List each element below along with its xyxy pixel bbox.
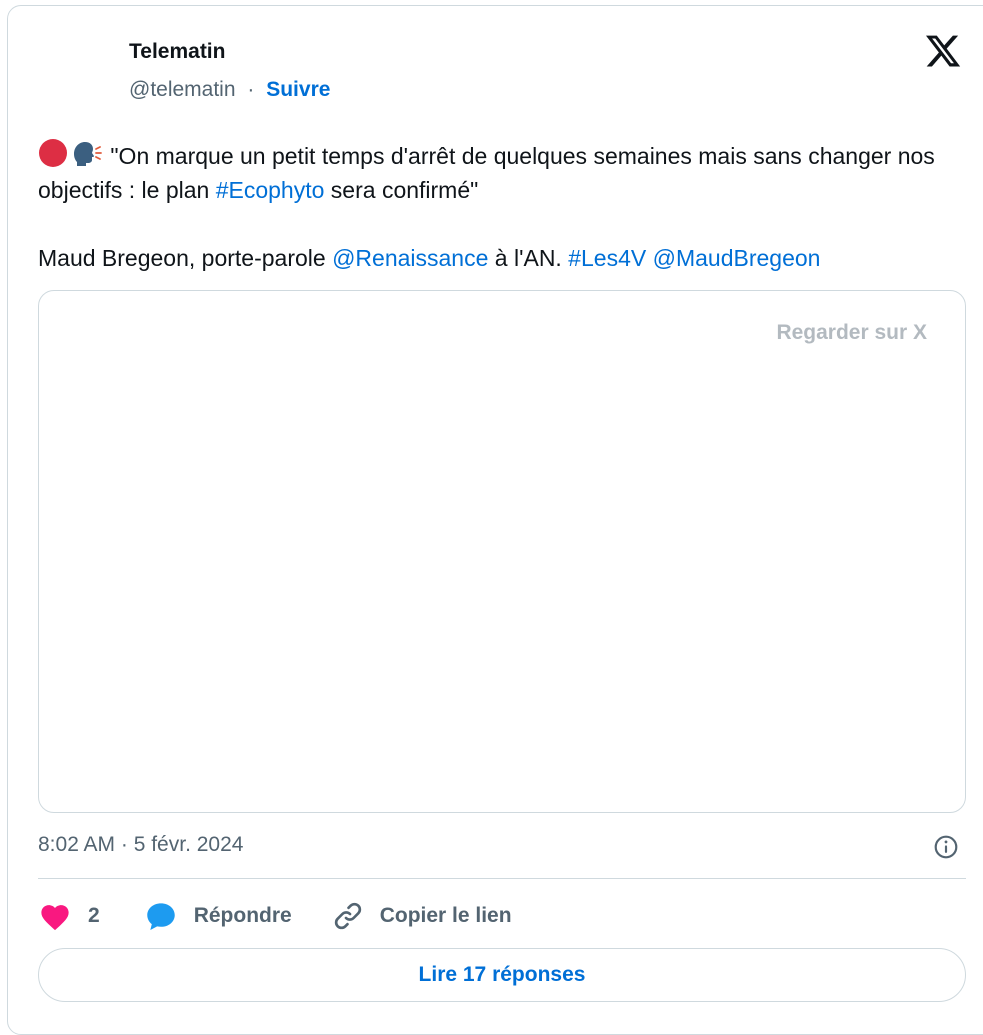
divider [38, 878, 966, 879]
hashtag-ecophyto[interactable]: #Ecophyto [216, 177, 325, 203]
tweet-paragraph-1: "On marque un petit temps d'arrêt de que… [38, 138, 938, 207]
action-bar: 2 Répondre Copier le lien [38, 896, 512, 936]
heart-icon [41, 905, 69, 931]
media-embed[interactable]: Regarder sur X [38, 290, 966, 813]
red-circle-icon [39, 139, 67, 167]
follow-link[interactable]: Suivre [266, 78, 330, 101]
speech-bubble-icon [146, 903, 175, 930]
copy-link-label: Copier le lien [379, 904, 512, 927]
tweet-timestamp[interactable]: 8:02 AM · 5 févr. 2024 [38, 833, 243, 857]
mention-renaissance[interactable]: @Renaissance [332, 245, 488, 271]
tweet-paragraph-2: Maud Bregeon, porte-parole @Renaissance … [38, 241, 938, 275]
tweet-text: "On marque un petit temps d'arrêt de que… [38, 138, 938, 275]
separator-dot: · [247, 78, 255, 101]
author-name[interactable]: Telematin [129, 40, 225, 64]
link-icon [334, 902, 361, 930]
tweet-text-part: Maud Bregeon, porte-parole [38, 245, 333, 271]
read-replies-button[interactable]: Lire 17 réponses [38, 948, 966, 1002]
like-button[interactable]: 2 [38, 901, 144, 931]
tweet-text-part: sera confirmé" [324, 177, 479, 203]
tweet-text-part: à l'AN. [488, 245, 569, 271]
hashtag-les4v[interactable]: #Les4V [568, 245, 646, 271]
info-icon[interactable] [933, 834, 959, 860]
author-line: @telematin · Suivre [129, 78, 330, 102]
reply-label: Répondre [193, 904, 292, 927]
tweet-card: Telematin @telematin · Suivre "On marque… [7, 5, 983, 1035]
x-logo-icon[interactable] [924, 32, 962, 70]
watch-on-x-link[interactable]: Regarder sur X [776, 321, 927, 345]
tweet-text-part: "On marque un petit temps d'arrêt de que… [38, 143, 935, 203]
reply-button[interactable]: Répondre [144, 900, 332, 932]
like-count: 2 [88, 904, 100, 927]
author-handle[interactable]: @telematin [129, 78, 236, 101]
mention-maudbregeon[interactable]: @MaudBregeon [653, 245, 821, 271]
speaking-head-icon [74, 142, 102, 166]
copy-link-button[interactable]: Copier le lien [332, 900, 512, 932]
